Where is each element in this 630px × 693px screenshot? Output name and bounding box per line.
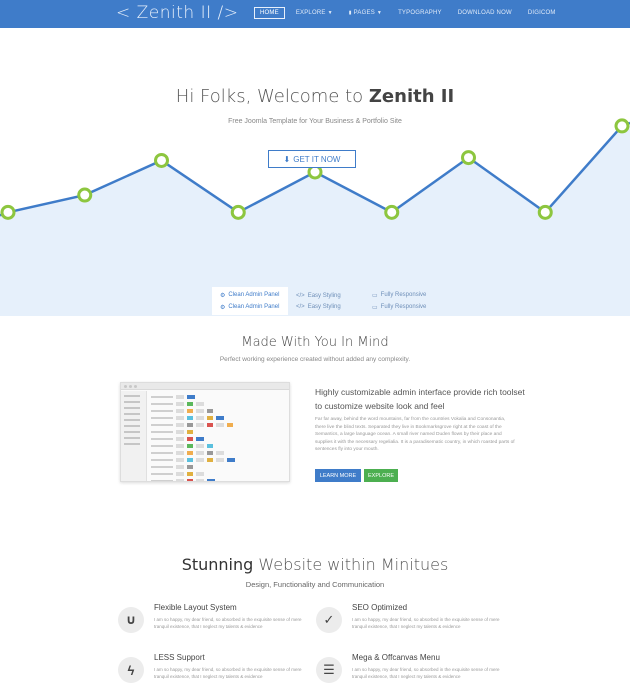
feature-desc: I am so happy, my dear friend, so absorb… — [154, 617, 302, 629]
tab-fully-responsive[interactable]: ▭ Fully Responsive ▭ Fully Responsive — [364, 287, 440, 315]
admin-panel-screenshot — [120, 382, 290, 482]
nav-label: EXPLORE — [295, 10, 326, 16]
graph-marker — [0, 204, 16, 220]
tab-clean-admin-panel[interactable]: ⚙ Clean Admin Panel ⚙ Clean Admin Panel — [212, 287, 288, 315]
stunning-title: Stunning Website within Minitues — [0, 555, 630, 574]
menu-icon: ☰ — [316, 657, 342, 683]
title-rest: Website within Minitues — [253, 555, 449, 574]
nav-label: HOME — [260, 10, 279, 16]
graph-marker — [154, 152, 169, 168]
nav-typography[interactable]: TYPOGRAPHY — [393, 7, 447, 19]
graph-marker — [384, 204, 400, 220]
feature-desc: I am so happy, my dear friend, so absorb… — [352, 617, 500, 629]
feature-flexible-layout: ∪ Flexible Layout System I am so happy, … — [118, 603, 318, 643]
mock-row — [151, 395, 287, 399]
feature-title: LESS Support — [154, 653, 205, 662]
tab-label: Clean Admin Panel — [228, 292, 280, 298]
tab-label: Fully Responsive — [380, 292, 427, 298]
explore-button[interactable]: EXPLORE — [364, 469, 398, 482]
monitor-icon: ▭ — [372, 292, 378, 299]
mock-row — [151, 402, 287, 406]
feature-seo-optimized: ✓ SEO Optimized I am so happy, my dear f… — [316, 603, 516, 643]
hero-section: Hi Folks, Welcome to Zenith II Free Joom… — [0, 28, 630, 316]
nav-digicom[interactable]: DIGICOM — [523, 7, 561, 19]
feature-tabs: ⚙ Clean Admin Panel ⚙ Clean Admin Panel </… — [212, 287, 440, 315]
section-subtitle: Perfect working experience created witho… — [219, 356, 411, 363]
stunning-subtitle: Design, Functionality and Communication — [245, 580, 385, 589]
feature-body: Far far away, behind the word mountains,… — [315, 417, 515, 452]
cta-label: GET IT NOW — [293, 154, 341, 164]
bolt-icon: ϟ — [118, 657, 144, 683]
graph-marker — [461, 150, 476, 166]
mock-row — [151, 479, 287, 481]
feature-title: Flexible Layout System — [154, 603, 237, 612]
chevron-down-icon: ▼ — [376, 10, 383, 16]
gears-icon: ⚙ — [220, 304, 226, 311]
monitor-icon: ▭ — [372, 304, 378, 311]
tab-label: Easy Styling — [307, 303, 341, 310]
mock-row — [151, 451, 287, 455]
hero-line-graph — [0, 118, 630, 316]
feature-mega-menu: ☰ Mega & Offcanvas Menu I am so happy, m… — [316, 653, 516, 693]
graph-marker — [77, 187, 93, 203]
mock-row — [151, 430, 287, 434]
check-icon: ✓ — [316, 607, 342, 633]
feature-heading: Highly customizable admin interface prov… — [315, 387, 525, 411]
site-logo[interactable]: < Zenith II /> — [116, 3, 239, 23]
tab-easy-styling[interactable]: </> Easy Styling </> Easy Styling — [288, 287, 364, 315]
title-bold: Stunning — [181, 555, 254, 574]
mock-row — [151, 444, 287, 448]
hero-subtitle: Free Joomla Template for Your Business &… — [228, 118, 402, 125]
mock-row — [151, 458, 287, 462]
get-it-now-button[interactable]: ⬇ GET IT NOW — [268, 150, 356, 168]
window-dot — [134, 384, 137, 388]
download-icon: ⬇ — [283, 154, 291, 164]
feature-title: Mega & Offcanvas Menu — [352, 653, 440, 662]
nav-download[interactable]: DOWNLOAD NOW — [453, 7, 517, 19]
top-navbar: < Zenith II /> HOME EXPLORE ▼ ▮ PAGES ▼ TYP… — [0, 0, 630, 28]
nav-label: DOWNLOAD NOW — [457, 10, 512, 16]
mock-row — [151, 472, 287, 476]
page-icon: ▮ — [348, 10, 352, 16]
mock-row — [151, 416, 287, 420]
feature-desc: I am so happy, my dear friend, so absorb… — [154, 667, 302, 679]
learn-more-button[interactable]: LEARN MORE — [315, 469, 361, 482]
mock-row — [151, 409, 287, 413]
hero-title-bold: Zenith II — [368, 86, 455, 107]
hero-title: Hi Folks, Welcome to Zenith II — [0, 86, 630, 107]
mock-row — [151, 465, 287, 469]
main-nav: HOME EXPLORE ▼ ▮ PAGES ▼ TYPOGRAPHY DOWNLOA… — [254, 7, 567, 19]
feature-desc: I am so happy, my dear friend, so absorb… — [352, 667, 500, 679]
code-icon: </> — [296, 303, 305, 310]
magnet-icon: ∪ — [118, 607, 144, 633]
nav-home[interactable]: HOME — [254, 7, 285, 19]
mock-form — [151, 395, 287, 481]
nav-label: DIGICOM — [527, 10, 556, 16]
graph-marker — [537, 204, 553, 220]
nav-label: TYPOGRAPHY — [398, 10, 442, 16]
nav-label: PAGES — [353, 10, 375, 16]
tab-label: Easy Styling — [307, 292, 341, 299]
window-dot — [129, 384, 132, 388]
code-icon: </> — [296, 292, 305, 299]
gears-icon: ⚙ — [220, 292, 226, 299]
section-title: Made With You In Mind — [241, 335, 389, 350]
feature-title: SEO Optimized — [352, 603, 408, 612]
mock-row — [151, 423, 287, 427]
chevron-down-icon: ▼ — [327, 10, 333, 16]
tab-label: Clean Admin Panel — [228, 304, 280, 310]
window-dot — [124, 384, 127, 388]
mock-row — [151, 437, 287, 441]
hero-title-prefix: Hi Folks, Welcome to — [175, 86, 369, 107]
mock-window-bar — [121, 383, 289, 390]
nav-explore[interactable]: EXPLORE ▼ — [291, 7, 338, 19]
graph-marker — [230, 204, 246, 220]
nav-pages[interactable]: ▮ PAGES ▼ — [344, 7, 387, 19]
feature-less-support: ϟ LESS Support I am so happy, my dear fr… — [118, 653, 318, 693]
tab-label: Fully Responsive — [380, 304, 427, 310]
mock-sidebar — [121, 391, 147, 481]
